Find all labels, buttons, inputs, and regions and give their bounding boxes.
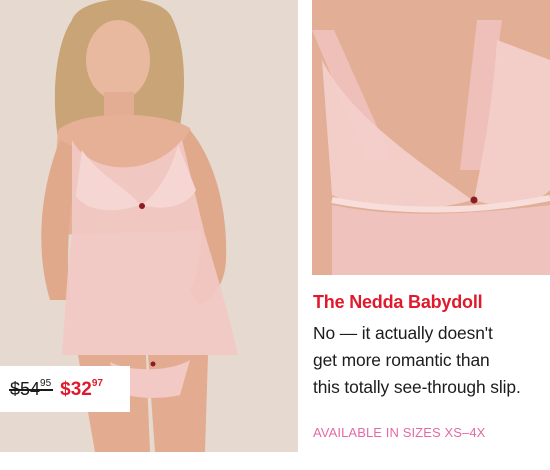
description-line: get more romantic than [313,350,490,370]
lace-closeup-illustration [312,0,550,275]
detail-product-photo[interactable] [312,0,550,275]
description-line: this totally see-through slip. [313,377,521,397]
description-line: No — it actually doesn't [313,323,493,343]
original-price: $5495 [8,378,54,399]
product-title[interactable]: The Nedda Babydoll [313,292,483,313]
product-description: No — it actually doesn't get more romant… [313,320,549,401]
price-tag: $5495 $3297 [0,366,130,412]
sale-price: $3297 [60,377,103,400]
sizes-availability: AVAILABLE IN SIZES XS–4X [313,425,486,440]
